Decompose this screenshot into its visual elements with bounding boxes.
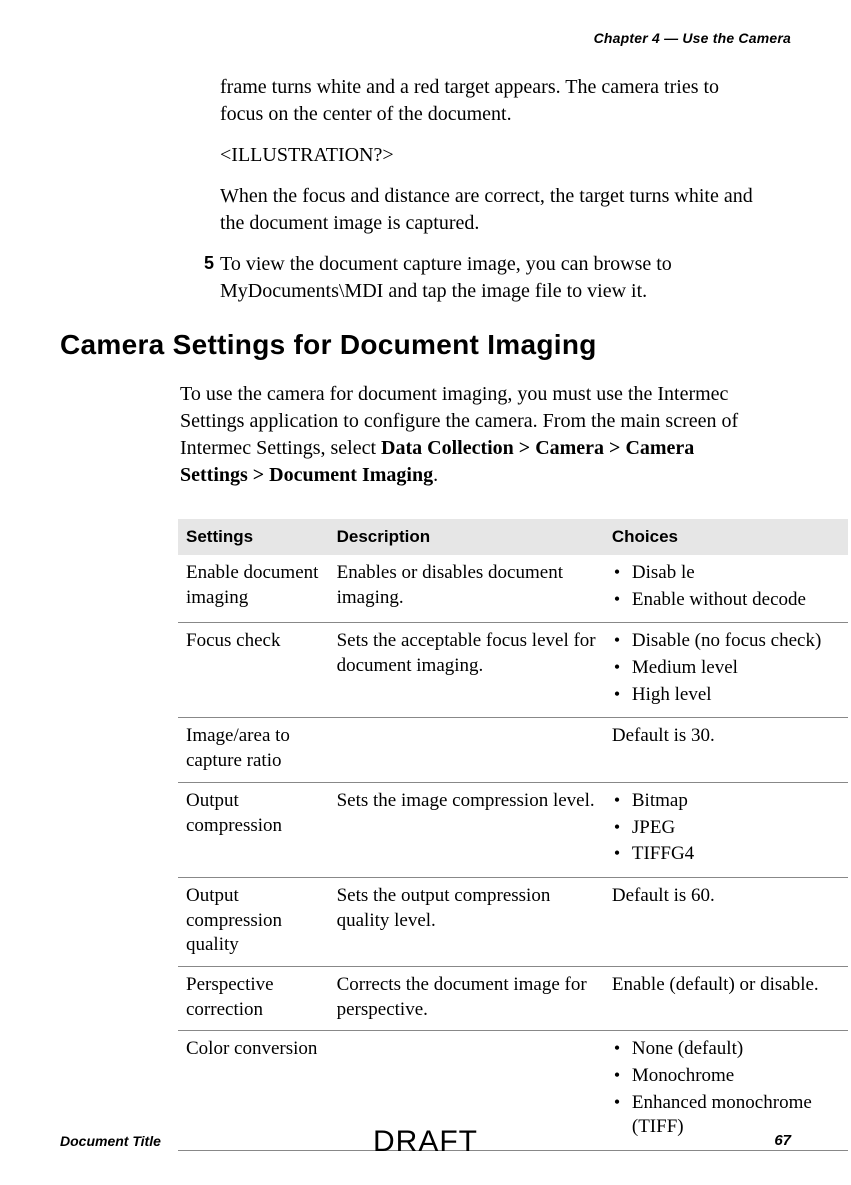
cell-choices: Disab leEnable without decode [604, 555, 848, 623]
table-body: Enable document imagingEnables or disabl… [178, 555, 848, 1151]
list-item: None (default) [612, 1037, 840, 1062]
list-item: Monochrome [612, 1064, 840, 1089]
list-item: TIFFG4 [612, 842, 840, 867]
illustration-placeholder: <ILLUSTRATION?> [220, 142, 761, 169]
col-description: Description [329, 519, 604, 555]
cell-setting: Output compression [178, 782, 329, 877]
cell-description: Sets the output compression quality leve… [329, 877, 604, 966]
paragraph-continuation: frame turns white and a red target appea… [220, 74, 761, 128]
step-text: To view the document capture image, you … [220, 251, 761, 305]
list-item: Enable without decode [612, 588, 840, 613]
cell-description: Sets the acceptable focus level for docu… [329, 623, 604, 718]
col-choices: Choices [604, 519, 848, 555]
list-item: JPEG [612, 816, 840, 841]
choices-list: BitmapJPEGTIFFG4 [612, 789, 840, 867]
list-item: High level [612, 683, 840, 708]
choices-list: Disab leEnable without decode [612, 561, 840, 612]
table-row: Output compressionSets the image compres… [178, 782, 848, 877]
cell-setting: Image/area to capture ratio [178, 718, 329, 782]
list-item: Disab le [612, 561, 840, 586]
cell-description [329, 718, 604, 782]
choices-list: Disable (no focus check)Medium levelHigh… [612, 629, 840, 707]
cell-choices: Default is 60. [604, 877, 848, 966]
table-row: Output compression qualitySets the outpu… [178, 877, 848, 966]
cell-choices: BitmapJPEGTIFFG4 [604, 782, 848, 877]
cell-description: Enables or disables document imaging. [329, 555, 604, 623]
table-header-row: Settings Description Choices [178, 519, 848, 555]
list-item: Medium level [612, 656, 840, 681]
list-item: Bitmap [612, 789, 840, 814]
draft-stamp: DRAFT [0, 1125, 851, 1159]
section-heading: Camera Settings for Document Imaging [60, 329, 791, 361]
cell-description: Sets the image compression level. [329, 782, 604, 877]
step-5: 5 To view the document capture image, yo… [198, 251, 761, 305]
paragraph-focus-capture: When the focus and distance are correct,… [220, 183, 761, 237]
cell-choices: Default is 30. [604, 718, 848, 782]
list-item: Disable (no focus check) [612, 629, 840, 654]
cell-setting: Focus check [178, 623, 329, 718]
table-row: Image/area to capture ratio Default is 30… [178, 718, 848, 782]
cell-setting: Perspective correction [178, 966, 329, 1030]
intro-suffix: . [433, 464, 438, 486]
cell-setting: Output compression quality [178, 877, 329, 966]
table-row: Perspective correctionCorrects the docum… [178, 966, 848, 1030]
cell-choices: Disable (no focus check)Medium levelHigh… [604, 623, 848, 718]
settings-table: Settings Description Choices Enable docu… [178, 519, 848, 1151]
cell-setting: Enable document imaging [178, 555, 329, 623]
section-intro: To use the camera for document imaging, … [180, 381, 761, 489]
col-settings: Settings [178, 519, 329, 555]
cell-choices: Enable (default) or disable. [604, 966, 848, 1030]
table-row: Focus checkSets the acceptable focus lev… [178, 623, 848, 718]
step-number: 5 [198, 251, 220, 276]
chapter-header: Chapter 4 — Use the Camera [60, 30, 791, 46]
table-row: Enable document imagingEnables or disabl… [178, 555, 848, 623]
cell-description: Corrects the document image for perspect… [329, 966, 604, 1030]
